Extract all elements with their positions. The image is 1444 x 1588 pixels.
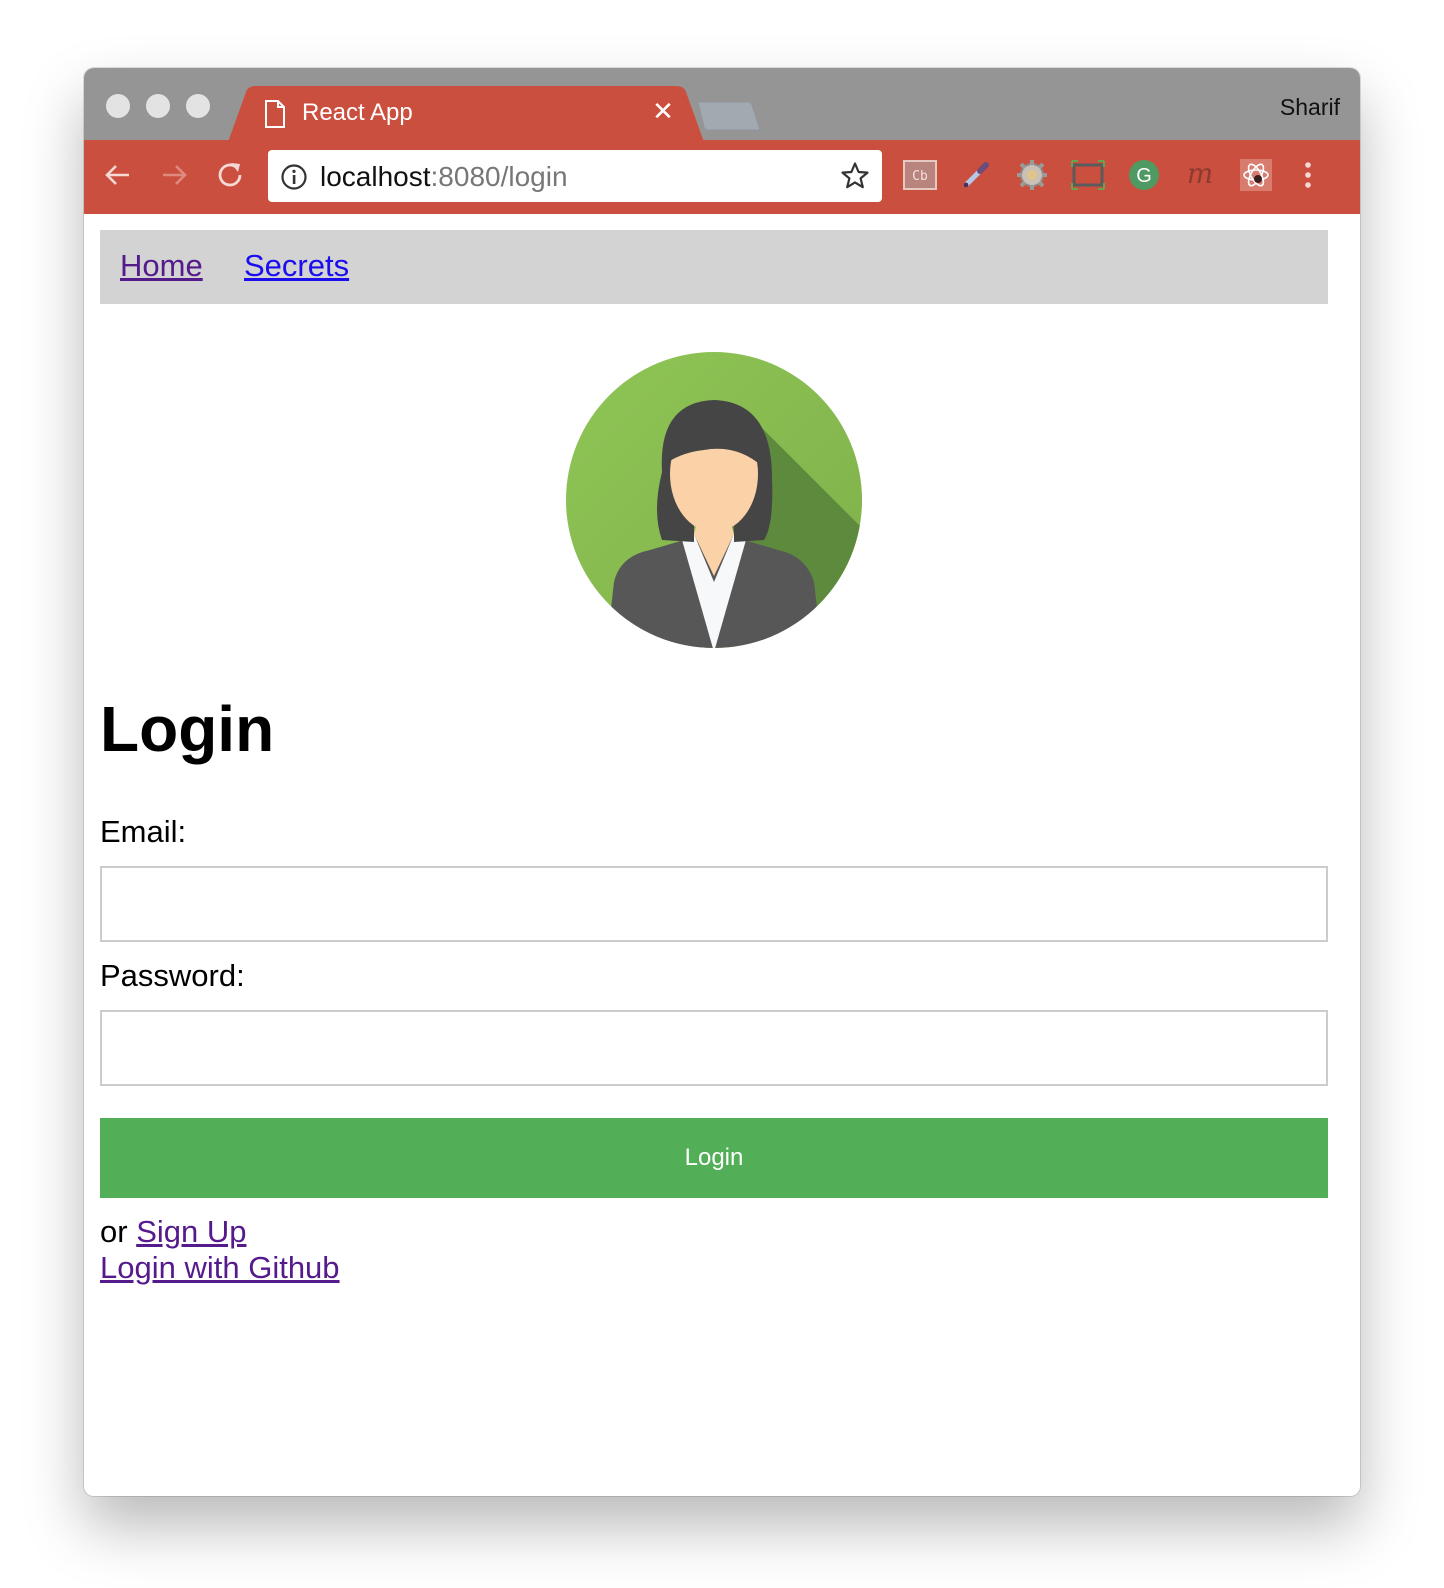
url-path: :8080/login bbox=[430, 161, 568, 192]
cb-icon: Cb bbox=[903, 159, 937, 195]
menu-button[interactable] bbox=[1288, 157, 1328, 197]
svg-text:Cb: Cb bbox=[912, 169, 928, 184]
m-icon: m bbox=[1183, 157, 1217, 195]
grammarly-extension-button[interactable]: G bbox=[1124, 157, 1164, 197]
resizer-extension-button[interactable] bbox=[1068, 157, 1108, 197]
site-navbar: Home Secrets bbox=[100, 230, 1328, 304]
forward-arrow-icon bbox=[159, 160, 189, 195]
reload-button[interactable] bbox=[210, 157, 250, 197]
grammarly-icon: G bbox=[1128, 159, 1160, 196]
bookmark-star-icon[interactable] bbox=[840, 161, 870, 196]
email-label: Email: bbox=[100, 814, 187, 849]
gear-icon bbox=[1016, 159, 1048, 196]
m-extension-button[interactable]: m bbox=[1180, 157, 1220, 197]
url-host: localhost bbox=[320, 161, 431, 192]
alternative-auth-links: or Sign Up Login with Github bbox=[100, 1214, 340, 1286]
page-content: Home Secrets Login Email: Password: Logi… bbox=[84, 214, 1360, 1496]
eyedropper-icon bbox=[960, 159, 992, 196]
maximize-window-button[interactable] bbox=[186, 94, 210, 118]
address-bar[interactable]: localhost:8080/login bbox=[268, 150, 882, 202]
browser-toolbar: localhost:8080/login Cb G m bbox=[84, 140, 1360, 214]
cb-extension-button[interactable]: Cb bbox=[900, 157, 940, 197]
window-resizer-icon bbox=[1071, 159, 1105, 195]
avatar-image bbox=[566, 352, 862, 648]
nav-link-secrets[interactable]: Secrets bbox=[244, 248, 349, 284]
minimize-window-button[interactable] bbox=[146, 94, 170, 118]
back-arrow-icon bbox=[103, 160, 133, 195]
profile-name[interactable]: Sharif bbox=[1280, 94, 1340, 121]
tab-title: React App bbox=[302, 99, 413, 126]
tab-react-app[interactable]: React App ✕ bbox=[228, 86, 704, 142]
password-field[interactable] bbox=[100, 1010, 1328, 1086]
close-window-button[interactable] bbox=[106, 94, 130, 118]
kebab-menu-icon bbox=[1303, 160, 1313, 195]
new-tab-button[interactable] bbox=[696, 100, 762, 137]
or-text: or bbox=[100, 1214, 137, 1249]
tab-shape bbox=[228, 86, 704, 142]
browser-window: React App ✕ Sharif localhost:8080/login … bbox=[84, 68, 1360, 1496]
login-button[interactable]: Login bbox=[100, 1118, 1328, 1198]
github-login-link[interactable]: Login with Github bbox=[100, 1250, 340, 1285]
url-text[interactable]: localhost:8080/login bbox=[320, 161, 568, 193]
password-label: Password: bbox=[100, 958, 245, 993]
eyedropper-extension-button[interactable] bbox=[956, 157, 996, 197]
forward-button[interactable] bbox=[154, 157, 194, 197]
settings-extension-button[interactable] bbox=[1012, 157, 1052, 197]
title-bar: React App ✕ Sharif bbox=[84, 68, 1360, 142]
reload-icon bbox=[214, 159, 246, 196]
sign-up-link[interactable]: Sign Up bbox=[136, 1214, 246, 1249]
page-title: Login bbox=[100, 693, 275, 765]
nav-link-home[interactable]: Home bbox=[120, 248, 203, 284]
react-devtools-extension-button[interactable] bbox=[1236, 157, 1276, 197]
back-button[interactable] bbox=[98, 157, 138, 197]
email-field[interactable] bbox=[100, 866, 1328, 942]
tab-close-icon[interactable]: ✕ bbox=[648, 96, 678, 126]
svg-text:G: G bbox=[1136, 165, 1152, 187]
react-devtools-icon bbox=[1239, 158, 1273, 197]
svg-text:m: m bbox=[1187, 160, 1214, 190]
avatar bbox=[566, 352, 862, 653]
info-icon[interactable] bbox=[280, 163, 308, 196]
